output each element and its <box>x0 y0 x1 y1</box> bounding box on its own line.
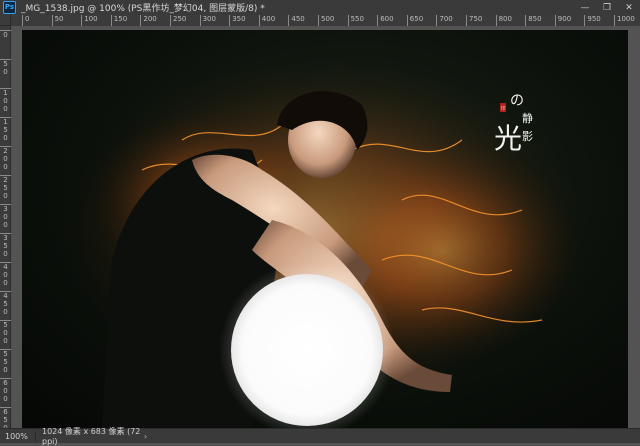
ruler-h-tick: 650 <box>406 15 423 26</box>
zoom-level[interactable]: 100% <box>0 431 36 441</box>
close-button[interactable]: ✕ <box>618 0 640 15</box>
ruler-h-tick: 350 <box>229 15 246 26</box>
calligraphy-char-1: の <box>510 93 524 109</box>
ruler-v-tick: 400 <box>0 262 11 287</box>
ruler-h-tick: 100 <box>81 15 98 26</box>
ruler-v-tick: 0 <box>0 30 11 39</box>
vertical-ruler[interactable]: 050100150200250300350400450500550600650 <box>0 26 11 432</box>
ruler-h-tick: 300 <box>199 15 216 26</box>
ruler-h-tick: 150 <box>110 15 127 26</box>
calligraphy-char-4: 光 <box>494 122 522 155</box>
ruler-v-tick: 500 <box>0 320 11 345</box>
minimize-button[interactable]: — <box>574 0 596 15</box>
ruler-v-tick: 50 <box>0 59 11 76</box>
ruler-v-tick: 150 <box>0 117 11 142</box>
canvas-area[interactable]: の 静 影 光 印 <box>11 26 640 428</box>
ruler-origin[interactable] <box>0 15 11 26</box>
ruler-h-tick: 600 <box>377 15 394 26</box>
ruler-h-tick: 50 <box>51 15 64 26</box>
ruler-v-tick: 200 <box>0 146 11 171</box>
ruler-h-tick: 400 <box>258 15 275 26</box>
ruler-h-tick: 450 <box>288 15 305 26</box>
ruler-v-tick: 300 <box>0 204 11 229</box>
ruler-h-tick: 850 <box>525 15 542 26</box>
document-canvas[interactable]: の 静 影 光 印 <box>22 30 628 428</box>
status-menu-arrow[interactable]: › <box>144 432 147 441</box>
ruler-v-tick: 550 <box>0 349 11 374</box>
ruler-v-tick: 450 <box>0 291 11 316</box>
status-bar: 100% 1024 像素 x 683 像素 (72 ppi) › <box>0 427 640 446</box>
ruler-h-tick: 500 <box>318 15 334 26</box>
ruler-h-tick: 200 <box>140 15 157 26</box>
ruler-h-tick: 1000 <box>614 15 635 26</box>
artwork-image: の 静 影 光 印 <box>62 60 582 428</box>
ruler-v-tick: 250 <box>0 175 11 200</box>
red-seal-text: 印 <box>501 105 506 112</box>
ruler-h-tick: 700 <box>436 15 453 26</box>
document-title-bar[interactable]: Ps _MG_1538.jpg @ 100% (PS黑作坊_梦幻04, 图层蒙版… <box>0 0 640 15</box>
calligraphy-char-3: 影 <box>522 130 533 143</box>
document-size: 1024 像素 x 683 像素 (72 ppi) <box>42 427 141 446</box>
calligraphy-char-2: 静 <box>522 111 533 125</box>
ruler-v-tick: 600 <box>0 378 11 403</box>
ruler-h-tick: 550 <box>347 15 364 26</box>
photoshop-icon: Ps <box>3 1 16 14</box>
document-title: _MG_1538.jpg @ 100% (PS黑作坊_梦幻04, 图层蒙版/8)… <box>21 4 265 14</box>
ruler-h-tick: 950 <box>584 15 601 26</box>
glowing-orb <box>231 274 383 426</box>
ruler-v-tick: 100 <box>0 88 11 113</box>
ruler-h-tick: 900 <box>554 15 571 26</box>
ruler-h-tick: 800 <box>495 15 512 26</box>
ruler-h-tick: 250 <box>170 15 186 26</box>
ruler-v-tick: 350 <box>0 233 11 258</box>
ruler-h-tick: 0 <box>22 15 29 26</box>
ruler-h-tick: 750 <box>466 15 482 26</box>
restore-button[interactable]: ❐ <box>596 0 618 15</box>
